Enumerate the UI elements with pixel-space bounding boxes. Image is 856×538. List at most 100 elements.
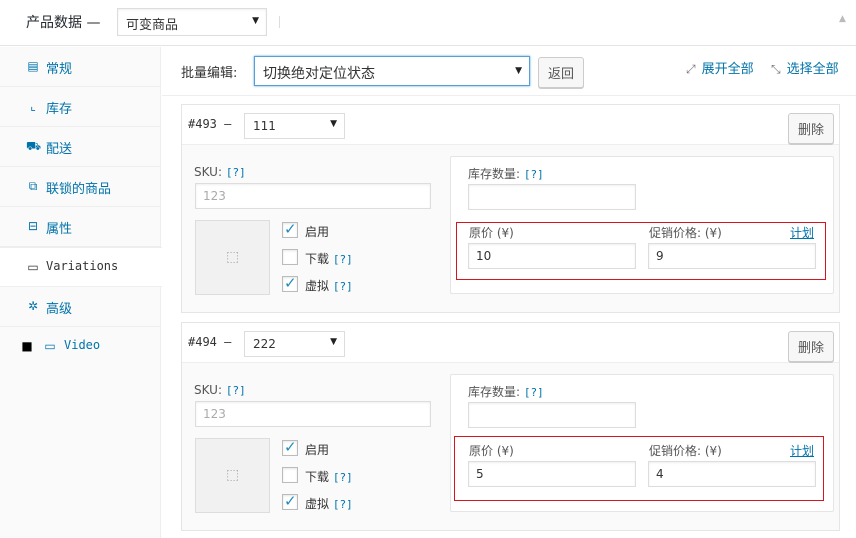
sale-price-label: 促销价格: (¥) [649,444,722,458]
collapse-up-icon[interactable]: ▲ [839,14,846,24]
header-divider [279,16,280,28]
variation-id: #493 — [188,117,232,131]
sku-label-text: SKU: [194,383,222,397]
video-icon: ▭ [44,339,56,353]
schedule-link[interactable]: 计划 [790,442,814,459]
stock-quantity-input[interactable] [468,402,636,428]
enabled-label: 启用 [305,225,330,239]
regular-price-input[interactable]: 10 [468,243,636,269]
virtual-label: 虚拟 [?] [305,277,353,294]
bulk-edit-label: 批量编辑: [181,66,238,81]
tab-label: 库存 [46,102,73,117]
tab-video[interactable]: ■ ▭ Video [0,327,161,367]
stock-label: 库存数量: [?] [468,383,544,400]
variation-header[interactable]: #493 — 111 ▼ 删除 [182,105,839,145]
variation-attribute-select[interactable]: 222 ▼ [244,331,345,357]
tab-advanced[interactable]: ✲ 高级 [0,287,161,327]
tab-label: Video [64,338,101,352]
variations-icon: ▭ [27,260,39,274]
sku-help-icon[interactable]: [?] [226,166,246,179]
stock-label-text: 库存数量: [468,385,521,399]
tab-label: Variations [46,259,119,273]
tab-label: 高级 [46,302,73,317]
select-all-link[interactable]: ⤡ 选择全部 [771,58,839,77]
image-placeholder-icon: ⬚ [226,249,240,265]
enabled-checkbox[interactable] [282,438,298,456]
enabled-checkbox[interactable] [282,220,298,238]
downloadable-label-text: 下载 [305,470,330,484]
chevron-down-icon: ▼ [330,337,337,347]
tab-shipping[interactable]: ⛟ 配送 [0,127,161,167]
general-icon: ▤ [27,59,39,73]
stock-help-icon[interactable]: [?] [524,386,544,399]
tab-label: 属性 [46,222,73,237]
image-placeholder-icon: ⬚ [226,467,240,483]
delete-variation-button[interactable]: 删除 [787,331,834,362]
variation-attribute-select[interactable]: 111 ▼ [244,113,345,139]
stock-quantity-input[interactable] [468,184,636,210]
virtual-help-icon[interactable]: [?] [333,280,353,293]
sku-input[interactable]: 123 [195,401,431,427]
sku-help-icon[interactable]: [?] [226,384,246,397]
bulk-edit-value: 切换绝对定位状态 [263,66,375,82]
sku-label: SKU: [?] [194,383,246,397]
advanced-icon: ✲ [27,299,39,313]
tab-label: 配送 [46,142,73,157]
chevron-down-icon: ▼ [252,16,259,26]
product-data-title: 产品数据 — [26,15,101,31]
downloadable-help-icon[interactable]: [?] [333,471,353,484]
virtual-checkbox[interactable] [282,492,298,510]
tab-attributes[interactable]: ⊟ 属性 [0,207,161,247]
expand-all-link[interactable]: ⤢ 展开全部 [686,58,754,77]
link-icon: ⧉ [28,179,38,193]
variation-panel: #493 — 111 ▼ 删除 SKU: [?] 123 ⬚ 启用 下载 [?]… [181,104,840,313]
video-camera-icon: ■ [21,339,33,353]
chevron-down-icon: ▼ [515,66,522,76]
product-type-value: 可变商品 [126,18,179,33]
downloadable-label-text: 下载 [305,252,330,266]
tab-general[interactable]: ▤ 常规 [0,47,161,87]
downloadable-checkbox[interactable] [282,467,298,483]
tab-variations[interactable]: ▭ Variations [0,247,162,287]
virtual-checkbox[interactable] [282,274,298,292]
stock-label-text: 库存数量: [468,167,521,181]
expand-all-label: 展开全部 [701,62,754,77]
back-button[interactable]: 返回 [538,57,585,88]
regular-price-input[interactable]: 5 [468,461,636,487]
virtual-help-icon[interactable]: [?] [333,498,353,511]
tab-linked-products[interactable]: ⧉ 联锁的商品 [0,167,161,207]
tab-inventory[interactable]: ⌞ 库存 [0,87,161,127]
product-type-select[interactable]: 可变商品 ▼ [117,8,267,36]
tab-label: 联锁的商品 [46,182,112,197]
variation-header[interactable]: #494 — 222 ▼ 删除 [182,323,839,363]
variation-attribute-value: 222 [253,337,276,351]
variation-image-upload[interactable]: ⬚ [195,438,270,513]
variation-image-upload[interactable]: ⬚ [195,220,270,295]
stock-help-icon[interactable]: [?] [524,168,544,181]
virtual-label-text: 虚拟 [305,279,330,293]
virtual-label-text: 虚拟 [305,497,330,511]
stock-label: 库存数量: [?] [468,165,544,182]
attributes-icon: ⊟ [27,219,39,233]
sale-price-label: 促销价格: (¥) [649,226,722,240]
downloadable-help-icon[interactable]: [?] [333,253,353,266]
product-data-tabs: ▤ 常规 ⌞ 库存 ⛟ 配送 ⧉ 联锁的商品 ⊟ 属性 ▭ Variations… [0,47,162,538]
delete-variation-button[interactable]: 删除 [787,113,834,144]
downloadable-checkbox[interactable] [282,249,298,265]
downloadable-label: 下载 [?] [305,250,353,267]
inventory-icon: ⌞ [30,99,36,113]
variation-id: #494 — [188,335,232,349]
tab-label: 常规 [46,62,73,77]
variation-attribute-value: 111 [253,119,276,133]
chevron-down-icon: ▼ [330,119,337,129]
sku-input[interactable]: 123 [195,183,431,209]
sku-label: SKU: [?] [194,165,246,179]
enabled-label: 启用 [305,443,330,457]
expand-icon: ⤢ [686,62,696,76]
sale-price-input[interactable]: 9 [648,243,816,269]
schedule-link[interactable]: 计划 [790,224,814,241]
bulk-edit-select[interactable]: 切换绝对定位状态 ▼ [254,56,530,86]
downloadable-label: 下载 [?] [305,468,353,485]
shipping-icon: ⛟ [26,139,42,153]
sale-price-input[interactable]: 4 [648,461,816,487]
